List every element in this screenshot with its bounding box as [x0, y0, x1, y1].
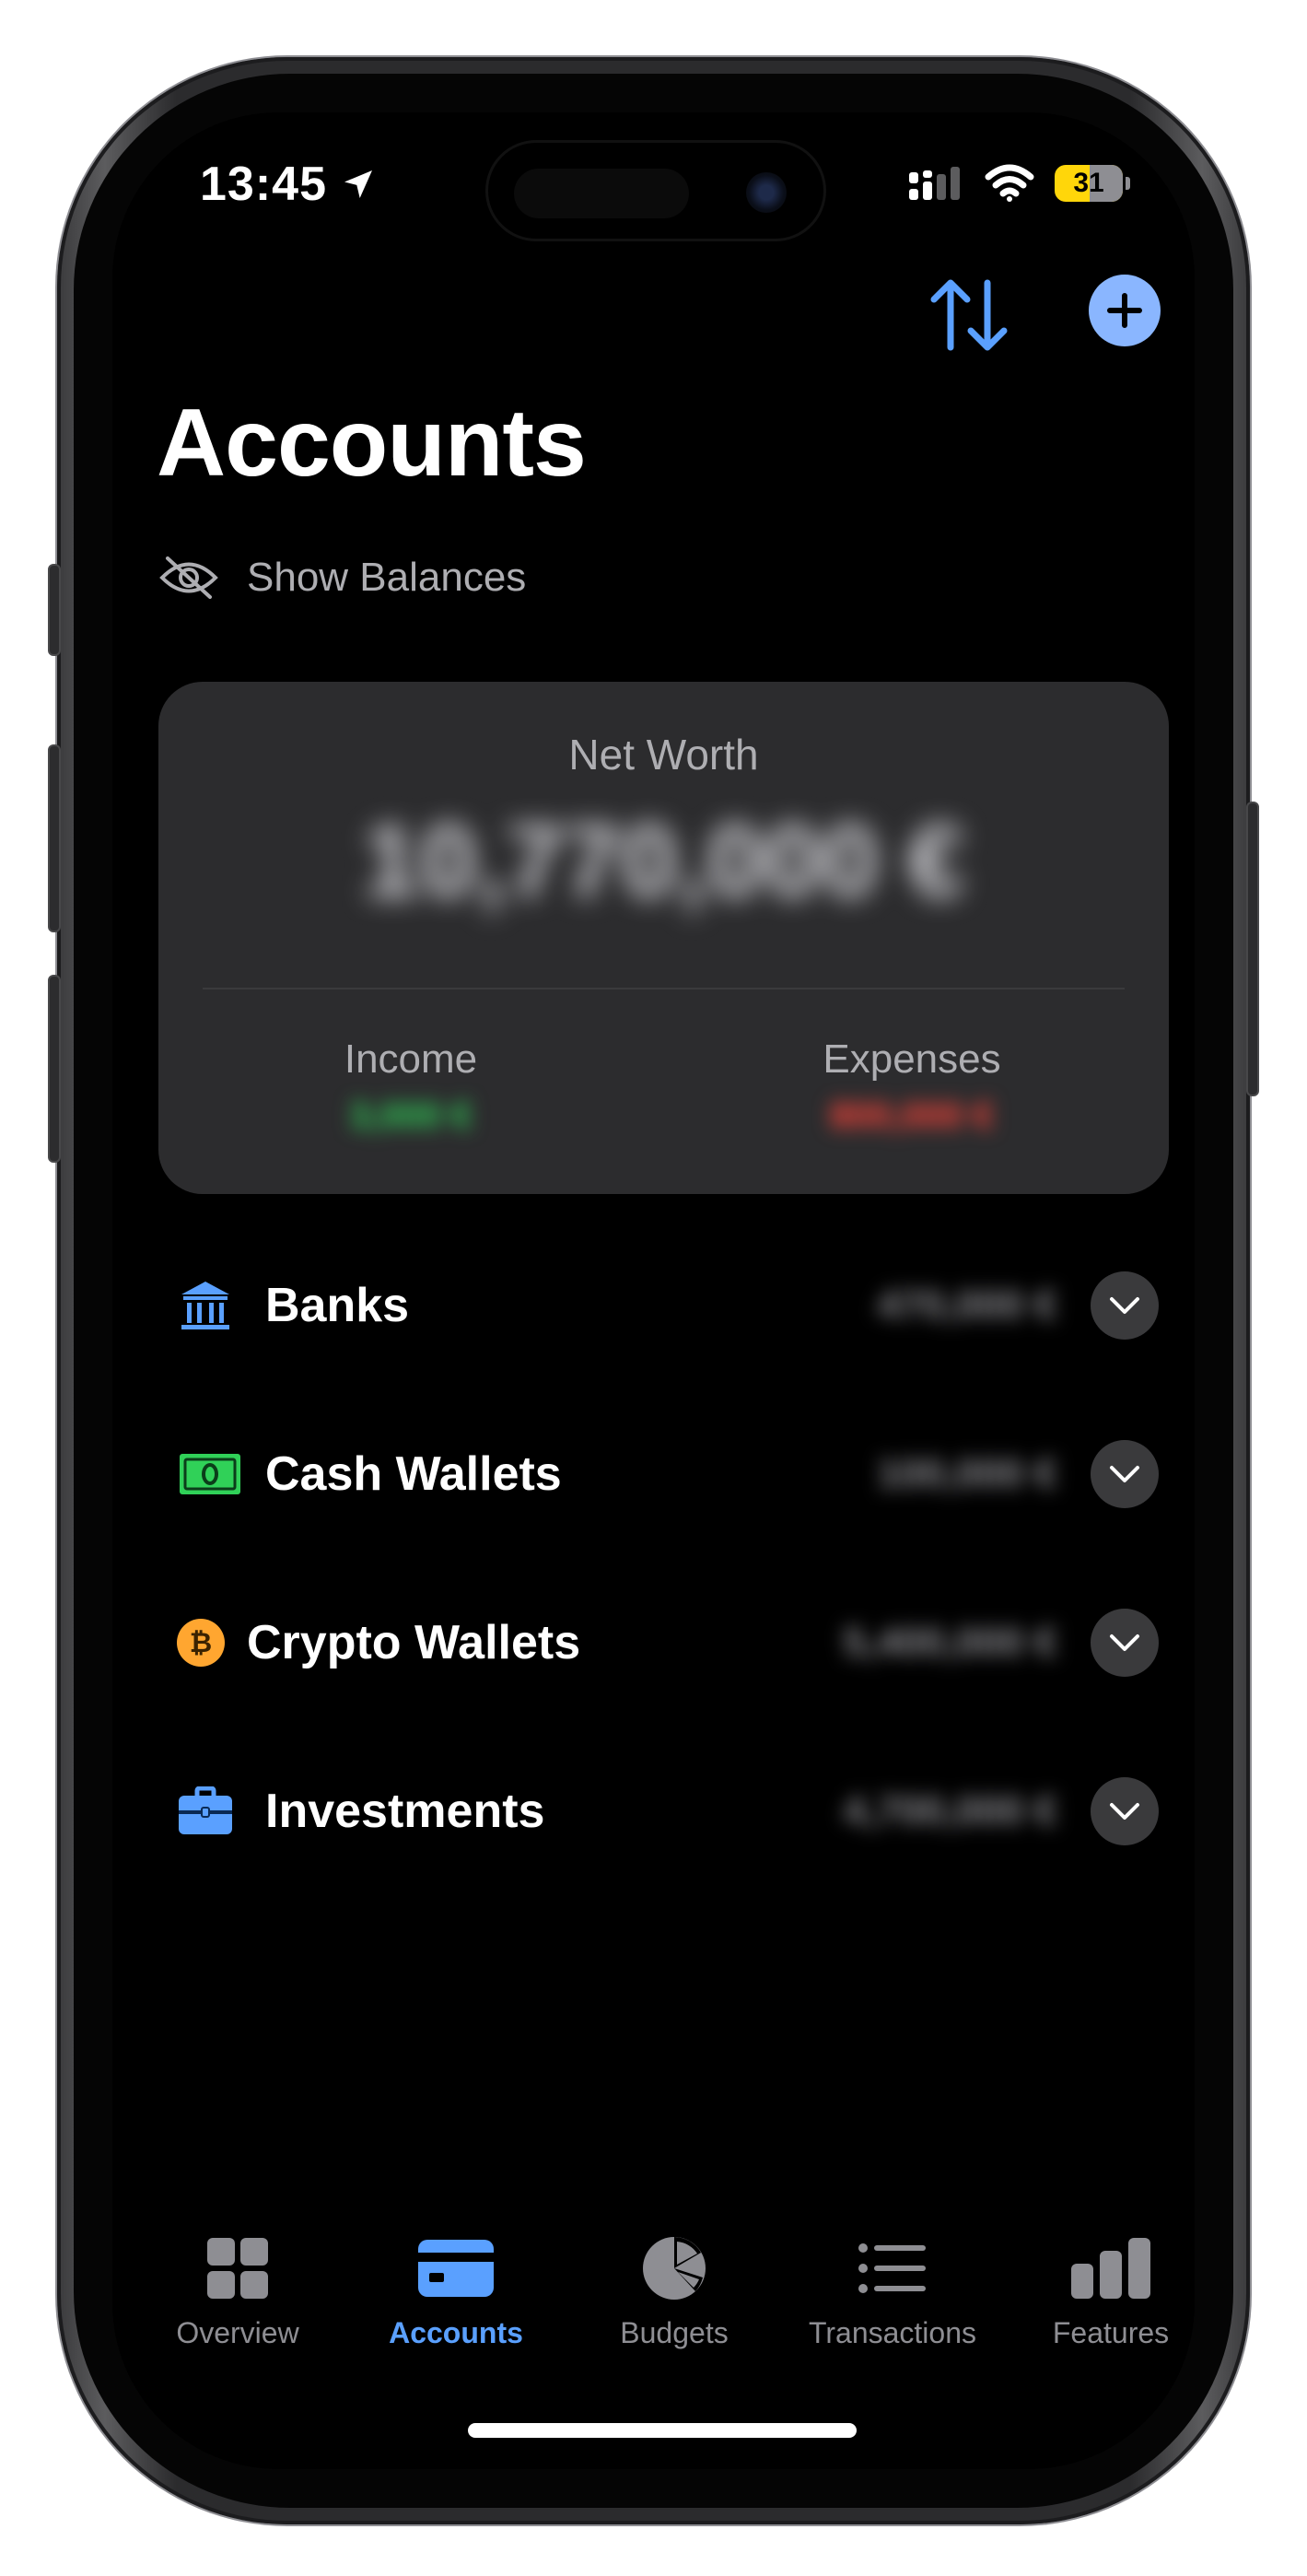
cellular-signal-icon	[909, 167, 960, 200]
grid-icon	[136, 2231, 339, 2305]
location-arrow-icon	[344, 170, 372, 198]
expenses-value: 800,000 €	[830, 1095, 994, 1136]
expenses-summary: Expenses 800,000 €	[728, 1036, 1096, 1137]
tab-budgets[interactable]: Budgets	[573, 2231, 776, 2350]
card-icon	[355, 2231, 557, 2305]
tab-bar: Overview Accounts Budgets Transactions F…	[112, 2231, 1195, 2379]
eye-slash-icon	[159, 556, 218, 599]
status-time: 13:45	[200, 157, 377, 212]
group-amount-banks: 470,000 €	[877, 1282, 1057, 1328]
tab-features[interactable]: Features	[1009, 2231, 1195, 2350]
expand-banks-button[interactable]	[1091, 1271, 1159, 1340]
group-label-investments: Investments	[265, 1785, 545, 1838]
net-worth-value: 10,770,000 €	[362, 803, 965, 919]
sort-arrows-icon	[930, 279, 1008, 351]
dynamic-island	[485, 140, 826, 241]
tab-budgets-label: Budgets	[620, 2316, 729, 2349]
bitcoin-icon: ₿	[173, 1610, 228, 1675]
home-indicator[interactable]	[468, 2423, 857, 2438]
status-time-text: 13:45	[200, 158, 327, 211]
chevron-down-icon	[1110, 1803, 1139, 1820]
status-indicators: 31	[907, 164, 1130, 203]
island-sensor	[514, 169, 689, 218]
group-label-banks: Banks	[265, 1279, 410, 1332]
show-balances-toggle[interactable]: Show Balances	[158, 555, 526, 601]
net-worth-label: Net Worth	[568, 731, 759, 779]
chevron-down-icon	[1110, 1466, 1139, 1482]
add-account-button[interactable]	[1089, 275, 1161, 346]
svg-text:₿: ₿	[190, 1627, 212, 1659]
group-amount-cash-wallets: 100,000 €	[877, 1451, 1057, 1496]
wifi-icon	[985, 164, 1034, 202]
group-row-investments[interactable]: Investments 4,700,000 €	[173, 1770, 1168, 1853]
income-label: Income	[344, 1036, 478, 1082]
income-value: 3,000 €	[349, 1095, 473, 1136]
expand-crypto-wallets-button[interactable]	[1091, 1609, 1159, 1677]
tab-transactions[interactable]: Transactions	[791, 2231, 994, 2350]
page-title: Accounts	[157, 390, 587, 497]
expenses-label: Expenses	[823, 1036, 1001, 1082]
pie-icon	[573, 2231, 776, 2305]
group-amount-investments: 4,700,000 €	[843, 1788, 1057, 1833]
group-row-banks[interactable]: Banks 470,000 €	[173, 1264, 1168, 1347]
net-worth-card: Net Worth 10,770,000 € Income 3,000 € Ex…	[158, 682, 1169, 1194]
group-row-crypto-wallets[interactable]: ₿ Crypto Wallets 5,400,000 €	[173, 1601, 1168, 1684]
group-label-crypto-wallets: Crypto Wallets	[247, 1616, 581, 1669]
tab-transactions-label: Transactions	[809, 2316, 976, 2349]
card-divider	[203, 988, 1125, 989]
battery-level: 31	[1073, 168, 1104, 198]
tab-overview[interactable]: Overview	[136, 2231, 339, 2350]
briefcase-icon	[173, 1779, 238, 1844]
front-camera	[746, 172, 787, 213]
sort-button[interactable]	[923, 269, 1015, 361]
tab-accounts-label: Accounts	[389, 2316, 523, 2349]
banknote-icon	[173, 1442, 247, 1506]
expand-investments-button[interactable]	[1091, 1777, 1159, 1845]
battery-icon: 31	[1055, 165, 1130, 202]
power-button	[1246, 802, 1259, 1096]
expand-cash-wallets-button[interactable]	[1091, 1440, 1159, 1508]
tab-accounts[interactable]: Accounts	[355, 2231, 557, 2350]
income-summary: Income 3,000 €	[227, 1036, 595, 1137]
bank-icon	[173, 1273, 238, 1338]
action-button	[48, 564, 61, 656]
group-amount-crypto-wallets: 5,400,000 €	[843, 1620, 1057, 1665]
plus-icon	[1107, 293, 1142, 328]
screen: 13:45 31 Accounts Show Balances Net Wort…	[112, 112, 1195, 2469]
volume-up-button	[48, 744, 61, 932]
group-label-cash-wallets: Cash Wallets	[265, 1447, 562, 1501]
list-icon	[791, 2231, 994, 2305]
tab-features-label: Features	[1052, 2316, 1170, 2349]
chevron-down-icon	[1110, 1297, 1139, 1314]
volume-down-button	[48, 975, 61, 1163]
group-row-cash-wallets[interactable]: Cash Wallets 100,000 €	[173, 1433, 1168, 1516]
show-balances-label: Show Balances	[247, 555, 527, 600]
bars-icon	[1009, 2231, 1195, 2305]
tab-overview-label: Overview	[176, 2316, 299, 2349]
chevron-down-icon	[1110, 1634, 1139, 1651]
